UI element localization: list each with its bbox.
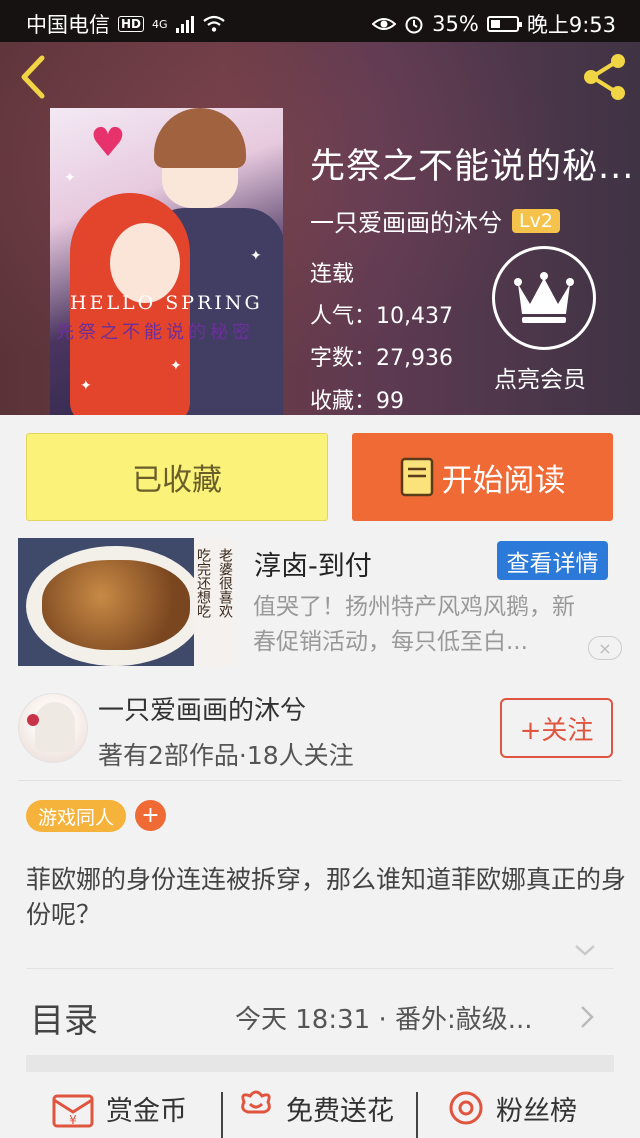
status-bar: 中国电信 HD 4G 35% 晚上9:53 (0, 0, 640, 42)
avatar[interactable] (18, 693, 88, 763)
action-separator (416, 1092, 418, 1138)
cover-subcaption: 先祭之不能说的秘密 (56, 322, 254, 343)
crown-icon (514, 272, 574, 323)
eye-comfort-icon (372, 18, 397, 30)
battery-icon (486, 16, 522, 32)
start-reading-button[interactable]: 开始阅读 (352, 433, 613, 521)
divider (26, 968, 614, 969)
book-summary: 菲欧娜的身份连连被拆穿，那么谁知道菲欧娜真正的身份呢？ (26, 865, 627, 929)
favorites-value: 99 (376, 389, 405, 414)
cover-figure-girl-face (110, 223, 180, 303)
ad-image-tag-line: 吃完还想吃 (195, 548, 211, 618)
sparkle-icon: ✦ (80, 378, 92, 394)
flower-icon (241, 1090, 271, 1114)
carrier-label: 中国电信 (26, 13, 110, 37)
svg-text:¥: ¥ (69, 1113, 77, 1127)
reward-coins-button[interactable]: ¥ 赏金币 (50, 1088, 187, 1128)
cover-figure-boy-hair (154, 108, 246, 168)
ad-title[interactable]: 淳卤-到付 (254, 544, 372, 583)
gold-coin-envelope-icon: ¥ (52, 1094, 94, 1128)
word-count-value: 27,936 (376, 346, 453, 371)
favorites-stat: 收藏：99 (310, 383, 404, 415)
author-card-name[interactable]: 一只爱画画的沐兮 (98, 690, 306, 727)
author-card-meta: 著有2部作品·18人关注 (98, 741, 354, 770)
collected-button[interactable]: 已收藏 (26, 433, 328, 521)
toc-label: 目录 (30, 1001, 98, 1041)
author-level-badge: Lv2 (512, 208, 560, 233)
expand-chevron-icon[interactable] (573, 940, 597, 960)
favorites-label: 收藏： (310, 389, 377, 414)
share-button[interactable] (578, 52, 632, 102)
popularity-label: 人气： (310, 304, 377, 329)
ad-image-tag: 吃完还想吃 老婆很喜欢 (194, 538, 234, 666)
tag-chip[interactable]: 游戏同人 (26, 800, 127, 832)
clock-time: 晚上9:53 (526, 13, 616, 37)
fan-ranking-label: 粉丝榜 (496, 1095, 577, 1127)
book-icon (400, 457, 433, 497)
book-title: 先祭之不能说的秘... (310, 147, 635, 187)
alarm-icon (405, 16, 423, 34)
start-reading-label: 开始阅读 (441, 462, 566, 499)
avatar-figure (35, 702, 75, 752)
popularity-value: 10,437 (376, 304, 453, 329)
word-count-label: 字数： (310, 346, 377, 371)
serial-status: 连载 (310, 262, 355, 287)
ad-card[interactable]: 吃完还想吃 老婆很喜欢 淳卤-到付 查看详情 值哭了！扬州特产风鸡风鹅，新春促销… (18, 538, 628, 668)
heart-icon: ♥ (90, 120, 126, 166)
wifi-icon (202, 15, 225, 32)
avatar-rose (27, 714, 39, 726)
ad-image[interactable]: 吃完还想吃 老婆很喜欢 (18, 538, 234, 666)
send-flower-button[interactable]: 免费送花 (236, 1088, 394, 1128)
sparkle-icon: ✦ (64, 170, 76, 186)
ad-image-tag-line: 老婆很喜欢 (217, 548, 233, 618)
fan-ranking-button[interactable]: 粉丝榜 (446, 1088, 577, 1128)
vip-button[interactable] (492, 246, 596, 350)
ad-food (42, 560, 190, 650)
battery-percent: 35% (432, 12, 479, 36)
action-bar: ¥ 赏金币 免费送花 粉丝榜 (0, 1088, 640, 1138)
cover-caption: HELLO SPRING (70, 292, 263, 314)
word-count-stat: 字数：27,936 (310, 340, 453, 372)
follow-button[interactable]: +关注 (500, 698, 613, 758)
section-gap (26, 1055, 614, 1072)
toc-latest-chapter: 今天 18:31 · 番外:敲级... (235, 1005, 533, 1035)
chevron-right-icon (581, 1006, 594, 1028)
ranking-medal-icon (449, 1091, 483, 1125)
author-row[interactable]: 一只爱画画的沐兮 Lv2 (310, 203, 560, 238)
toc-row[interactable]: 目录 今天 18:31 · 番外:敲级... (0, 975, 640, 1055)
author-name[interactable]: 一只爱画画的沐兮 (310, 203, 502, 238)
author-card[interactable]: 一只爱画画的沐兮 著有2部作品·18人关注 +关注 (18, 690, 622, 780)
ad-close-button[interactable]: × (588, 636, 622, 660)
send-flower-label: 免费送花 (286, 1095, 394, 1127)
back-button[interactable] (12, 52, 56, 102)
book-cover[interactable]: ♥ ✦ ✦ ✦ ✦ HELLO SPRING 先祭之不能说的秘密 (50, 108, 283, 415)
divider (18, 780, 622, 781)
ad-details-button[interactable]: 查看详情 (497, 541, 608, 580)
network-icon: 4G (152, 17, 168, 31)
popularity-stat: 人气：10,437 (310, 298, 453, 330)
vip-label[interactable]: 点亮会员 (494, 360, 586, 394)
hd-badge: HD (118, 16, 145, 32)
signal-icon (175, 15, 194, 33)
action-separator (221, 1092, 223, 1138)
sparkle-icon: ✦ (250, 248, 262, 264)
ad-description[interactable]: 值哭了！扬州特产风鸡风鹅，新春促销活动，每只低至白... (253, 590, 593, 660)
reward-coins-label: 赏金币 (106, 1095, 187, 1127)
sparkle-icon: ✦ (170, 358, 182, 374)
add-tag-button[interactable]: + (135, 800, 166, 831)
